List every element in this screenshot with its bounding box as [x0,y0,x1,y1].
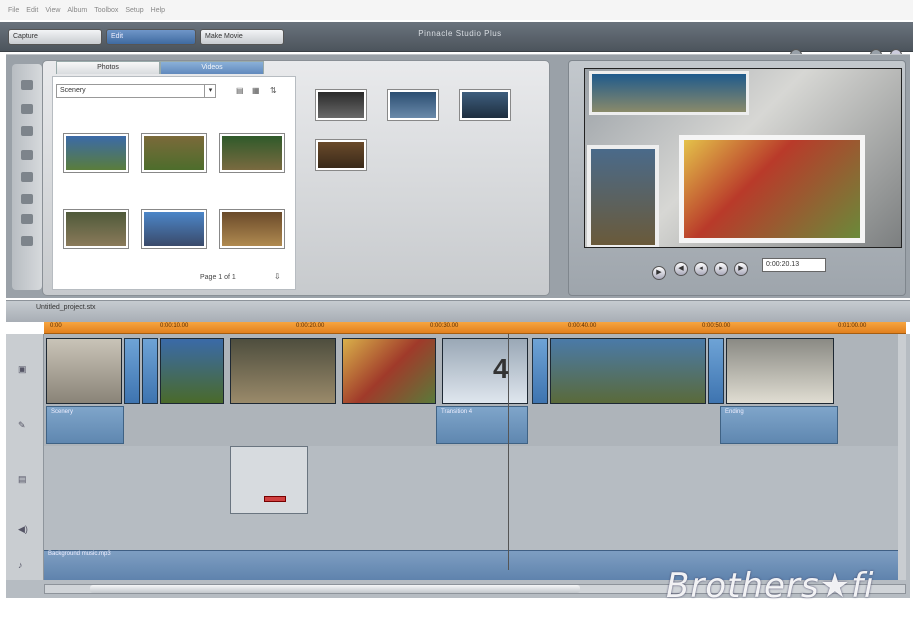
ruler-tick: 0:00:50.00 [702,323,731,329]
transition-icon[interactable] [21,150,33,160]
album-thumbnail[interactable] [142,134,206,172]
menu-setup[interactable]: Setup [125,7,143,14]
timecode-field[interactable]: 0:00:20.13 [762,258,826,272]
album-thumbnail[interactable] [460,90,510,120]
overlay-clip[interactable] [230,446,308,514]
tab-videos[interactable]: Videos [160,61,264,74]
step-forward-icon[interactable]: ▸ [714,262,728,276]
rewind-icon[interactable]: ◀ [674,262,688,276]
photo-card [589,71,749,115]
tab-capture-label: Capture [13,33,38,40]
menu-toolbox[interactable]: Toolbox [94,7,118,14]
play-icon[interactable]: ▶ [652,266,666,280]
tab-capture[interactable]: Capture [8,29,102,45]
video-track-icon: ▣ [18,364,27,374]
view-icon[interactable]: ▦ [252,86,260,95]
page-indicator: Page 1 of 1 [200,274,236,281]
video-clip[interactable] [726,338,834,404]
step-back-icon[interactable]: ◂ [694,262,708,276]
video-clip[interactable] [230,338,336,404]
scissors-icon[interactable] [21,104,33,114]
album-thumbnail[interactable] [64,134,128,172]
album-thumbnail[interactable] [64,210,128,248]
ruler-tick: 0:00:30.00 [430,323,459,329]
ruler-tick: 0:00:20.00 [296,323,325,329]
tab-photos[interactable]: Photos [56,61,160,74]
preview-screen [584,68,902,248]
title-clip[interactable]: Ending [720,406,838,444]
camera-icon[interactable] [21,80,33,90]
timeline-toolbar [6,300,910,322]
tab-make-movie[interactable]: Make Movie [200,29,284,45]
music-clip-label: Background music.mp3 [48,551,111,557]
tab-edit-label: Edit [111,33,124,40]
video-clip[interactable] [342,338,436,404]
album-page [52,76,296,290]
album-thumbnail[interactable] [142,210,206,248]
chevron-down-icon[interactable]: ▾ [204,84,216,98]
tab-make-movie-label: Make Movie [205,33,243,40]
page-arrow-icon[interactable]: ⇩ [274,272,281,281]
video-clip-transition-4[interactable]: 4 [442,338,528,404]
title-clip[interactable]: Transition 4 [436,406,528,444]
photo-card [587,145,659,247]
photo-icon[interactable] [21,172,33,182]
folder-icon[interactable]: ▤ [236,86,244,95]
ruler-tick: 0:01:00.00 [838,323,867,329]
playhead[interactable] [508,334,509,570]
window-title: Pinnacle Studio Plus [418,29,502,38]
overlay-track-icon: ▤ [18,474,27,484]
video-clip[interactable] [550,338,706,404]
menu-edit[interactable]: Edit [26,7,38,14]
transition-clip[interactable] [124,338,140,404]
album-thumbnail[interactable] [220,210,284,248]
menu-file[interactable]: File [8,7,19,14]
timeline-vscroll[interactable] [898,334,906,580]
video-clip[interactable] [46,338,122,404]
music-icon[interactable] [21,194,33,204]
album-select[interactable]: Scenery [56,84,216,98]
menu-view[interactable]: View [45,7,60,14]
ruler-tick: 0:00 [50,323,62,329]
watermark: Brothers★fi [666,566,875,606]
ruler-tick: 0:00:10.00 [160,323,189,329]
album-toolstrip [12,64,42,290]
transition-clip[interactable] [142,338,158,404]
music-track-icon: ♪ [18,560,23,570]
album-thumbnail[interactable] [316,140,366,170]
project-name: Untitled_project.stx [36,304,96,311]
photo-card [679,135,865,243]
menu-album[interactable]: Album [67,7,87,14]
sound-track-icon: ◀) [18,524,28,534]
tab-edit[interactable]: Edit [106,29,196,45]
album-thumbnail[interactable] [388,90,438,120]
transition-clip[interactable] [532,338,548,404]
title-clip[interactable]: Scenery [46,406,124,444]
album-tabs: Photos Videos [56,61,264,74]
sort-icon[interactable]: ⇅ [270,86,277,95]
video-clip[interactable] [160,338,224,404]
transition-clip[interactable] [708,338,724,404]
ruler-tick: 0:00:40.00 [568,323,597,329]
album-thumbnail[interactable] [220,134,284,172]
menu-help[interactable]: Help [151,7,165,14]
title-icon[interactable] [21,126,33,136]
effect-icon[interactable] [21,236,33,246]
title-track-icon: ✎ [18,420,26,430]
overlay-marker [264,496,286,502]
fast-forward-icon[interactable]: ▶ [734,262,748,276]
hscroll-thumb[interactable] [90,585,580,593]
sound-icon[interactable] [21,214,33,224]
menu-bar: File Edit View Album Toolbox Setup Help [0,0,913,20]
transition-number: 4 [493,353,509,384]
music-track-header[interactable] [6,550,44,580]
album-thumbnail[interactable] [316,90,366,120]
